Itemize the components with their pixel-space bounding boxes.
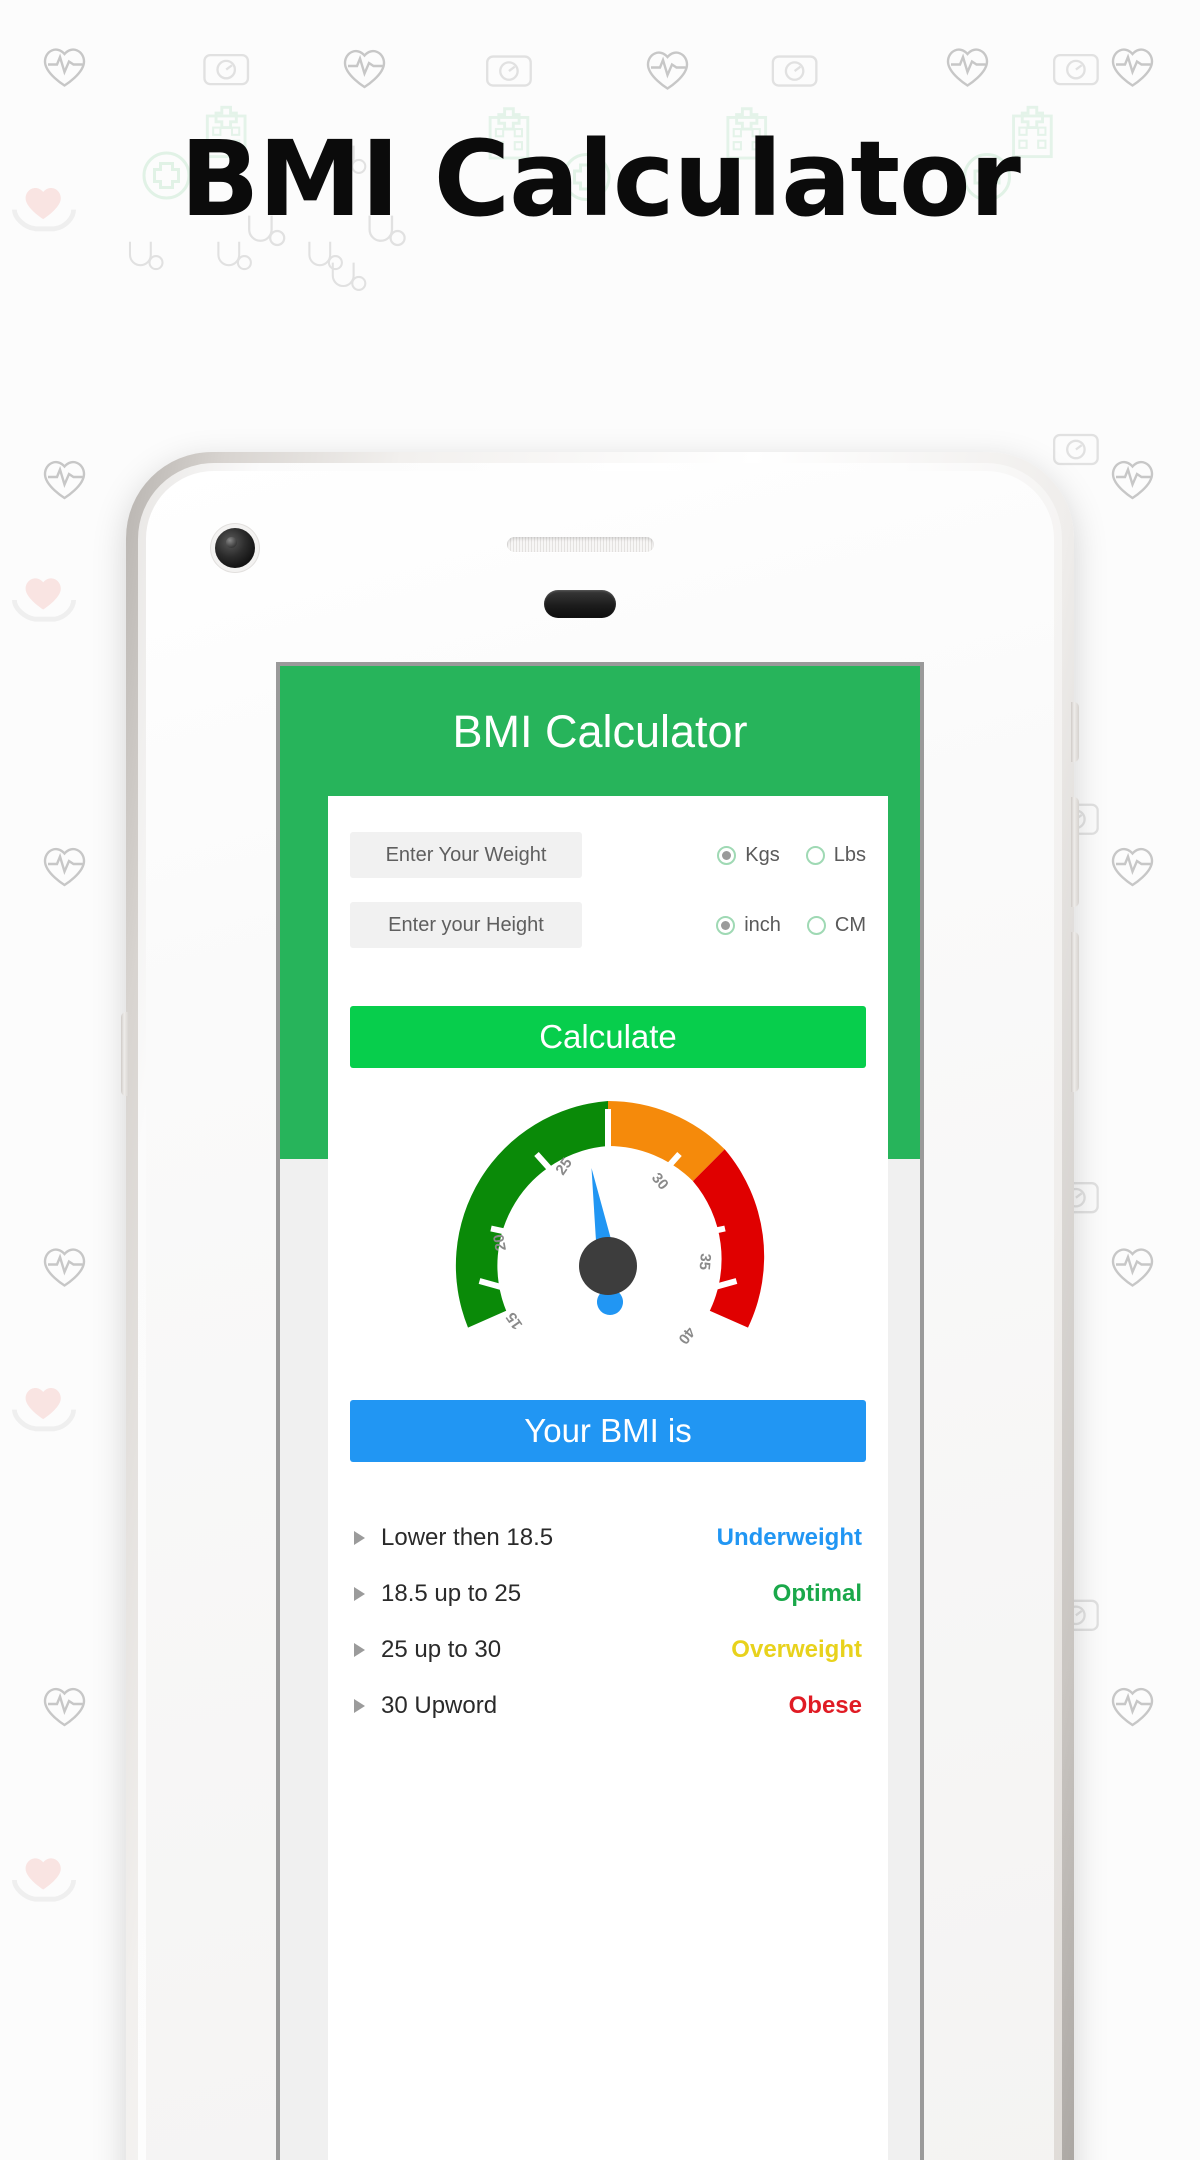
legend-category-optimal: Optimal <box>772 1580 862 1607</box>
legend-category-obese: Obese <box>788 1692 862 1719</box>
bmi-gauge: 15 20 25 30 35 40 <box>328 1098 888 1366</box>
gauge-tick-label-20: 20 <box>490 1233 510 1252</box>
radio-unselected-icon[interactable] <box>805 845 825 865</box>
legend-range-label: Lower then 18.5 <box>381 1524 554 1551</box>
radio-selected-icon[interactable] <box>717 845 737 865</box>
page-title: BMI Calculator <box>180 118 1021 240</box>
weight-input[interactable] <box>350 832 582 878</box>
legend-range-label: 25 up to 30 <box>381 1636 502 1663</box>
weight-unit-label-kgs: Kgs <box>745 843 780 866</box>
list-item: 25 up to 30 Overweight <box>354 1622 862 1678</box>
list-item: 18.5 up to 25 Optimal <box>354 1566 862 1622</box>
legend-range-label: 30 Upword <box>381 1692 498 1719</box>
home-button[interactable] <box>544 590 616 618</box>
height-unit-option-cm[interactable]: CM <box>806 913 866 937</box>
legend-category-underweight: Underweight <box>716 1524 862 1551</box>
calculate-button[interactable]: Calculate <box>350 1006 866 1068</box>
gauge-tick-label-40: 40 <box>675 1324 699 1348</box>
weight-row: Kgs Lbs <box>328 832 888 878</box>
height-unit-label-inch: inch <box>744 913 781 936</box>
gauge-band-obese <box>692 1149 765 1328</box>
bmi-legend-list: Lower then 18.5 Underweight 18.5 up to 2… <box>328 1510 888 1734</box>
volume-button-left[interactable] <box>121 1012 129 1096</box>
radio-selected-icon[interactable] <box>716 915 736 935</box>
legend-range-label: 18.5 up to 25 <box>381 1580 522 1607</box>
triangle-bullet-icon <box>354 1643 365 1657</box>
triangle-bullet-icon <box>354 1531 365 1545</box>
side-button-middle[interactable] <box>1071 797 1079 907</box>
phone-mockup: BMI Calculator Kgs Lbs <box>121 452 1079 2160</box>
gauge-band-normal <box>455 1101 608 1328</box>
height-unit-radio-group: inch CM <box>716 914 866 937</box>
legend-category-overweight: Overweight <box>731 1636 862 1663</box>
triangle-bullet-icon <box>354 1587 365 1601</box>
height-input[interactable] <box>350 902 582 948</box>
weight-unit-label-lbs: Lbs <box>833 843 866 866</box>
weight-unit-option-kgs[interactable]: Kgs <box>717 843 780 867</box>
height-row: inch CM <box>328 902 888 948</box>
side-button-top[interactable] <box>1071 702 1079 762</box>
triangle-bullet-icon <box>354 1699 365 1713</box>
front-camera-icon <box>215 528 255 568</box>
list-item: 30 Upword Obese <box>354 1678 862 1734</box>
weight-unit-option-lbs[interactable]: Lbs <box>805 843 866 867</box>
calculate-button-container: Calculate <box>328 1006 888 1068</box>
radio-unselected-icon[interactable] <box>806 915 826 935</box>
app-screen: BMI Calculator Kgs Lbs <box>276 662 924 2160</box>
list-item: Lower then 18.5 Underweight <box>354 1510 862 1566</box>
app-content-card: Kgs Lbs inch <box>328 796 888 2160</box>
weight-unit-radio-group: Kgs Lbs <box>717 844 866 867</box>
height-unit-option-inch[interactable]: inch <box>716 914 781 937</box>
bmi-result-banner[interactable]: Your BMI is <box>350 1400 866 1462</box>
app-header-title: BMI Calculator <box>452 706 748 757</box>
height-unit-label-cm: CM <box>834 913 866 936</box>
side-button-bottom[interactable] <box>1071 932 1079 1092</box>
gauge-tick-label-30: 30 <box>648 1170 672 1194</box>
earpiece-speaker-icon <box>507 537 654 552</box>
gauge-tick-label-35: 35 <box>696 1253 714 1271</box>
gauge-tick-label-15: 15 <box>503 1309 526 1332</box>
gauge-hub <box>579 1237 637 1295</box>
bmi-result-container: Your BMI is <box>328 1400 888 1462</box>
